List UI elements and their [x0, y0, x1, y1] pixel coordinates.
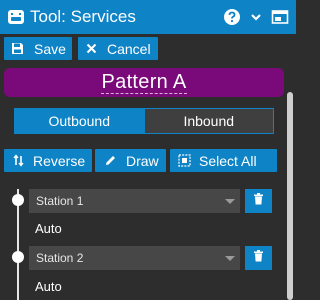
stop-name: Station 1 — [36, 194, 84, 208]
floppy-disk-icon — [10, 42, 24, 55]
stop-timing: Auto — [35, 279, 62, 294]
reverse-arrows-icon — [12, 154, 24, 167]
direction-toggle: Outbound Inbound — [14, 108, 274, 134]
help-icon[interactable] — [222, 7, 242, 27]
caret-down-icon — [225, 199, 235, 204]
draw-button[interactable]: Draw — [95, 149, 166, 172]
scrollbar[interactable] — [287, 92, 293, 300]
action-bar: Save Cancel — [0, 34, 296, 63]
stop-marker — [12, 194, 24, 206]
services-panel: Tool: Services Save Cancel Pattern A Out… — [0, 0, 296, 300]
trash-icon — [253, 249, 264, 267]
cancel-button[interactable]: Cancel — [78, 37, 158, 60]
reverse-label: Reverse — [33, 152, 86, 169]
tab-outbound[interactable]: Outbound — [14, 108, 145, 134]
delete-stop-button-1[interactable] — [245, 189, 272, 213]
stop-name: Station 2 — [36, 251, 84, 265]
pattern-header: Pattern A — [4, 68, 284, 97]
pencil-icon — [103, 154, 117, 167]
draw-label: Draw — [126, 152, 159, 169]
delete-stop-button-2[interactable] — [245, 246, 272, 270]
title-bar: Tool: Services — [0, 0, 296, 34]
chevron-down-icon[interactable] — [246, 7, 266, 27]
stop-marker — [12, 251, 24, 263]
pattern-name[interactable]: Pattern A — [100, 71, 188, 94]
caret-down-icon — [225, 256, 235, 261]
close-icon — [85, 43, 97, 54]
stop-select-2[interactable]: Station 2 — [29, 246, 240, 270]
stop-list: Station 1 Auto Station 2 Auto — [0, 181, 296, 300]
select-all-icon — [178, 154, 191, 167]
stop-select-1[interactable]: Station 1 — [29, 189, 240, 213]
pattern-tools: Reverse Draw Select All — [0, 147, 296, 173]
gamepad-icon — [7, 8, 25, 26]
dock-window-icon[interactable] — [270, 7, 290, 27]
cancel-label: Cancel — [107, 40, 151, 57]
select-all-label: Select All — [199, 152, 257, 169]
trash-icon — [253, 192, 264, 210]
window-title: Tool: Services — [30, 7, 136, 26]
stop-timing: Auto — [35, 221, 62, 236]
select-all-button[interactable]: Select All — [170, 149, 277, 172]
save-button[interactable]: Save — [4, 37, 72, 60]
pattern-editor: Pattern A Outbound Inbound Reverse Draw … — [0, 63, 296, 300]
save-label: Save — [34, 40, 66, 57]
reverse-button[interactable]: Reverse — [4, 149, 92, 172]
tab-inbound[interactable]: Inbound — [144, 108, 274, 134]
